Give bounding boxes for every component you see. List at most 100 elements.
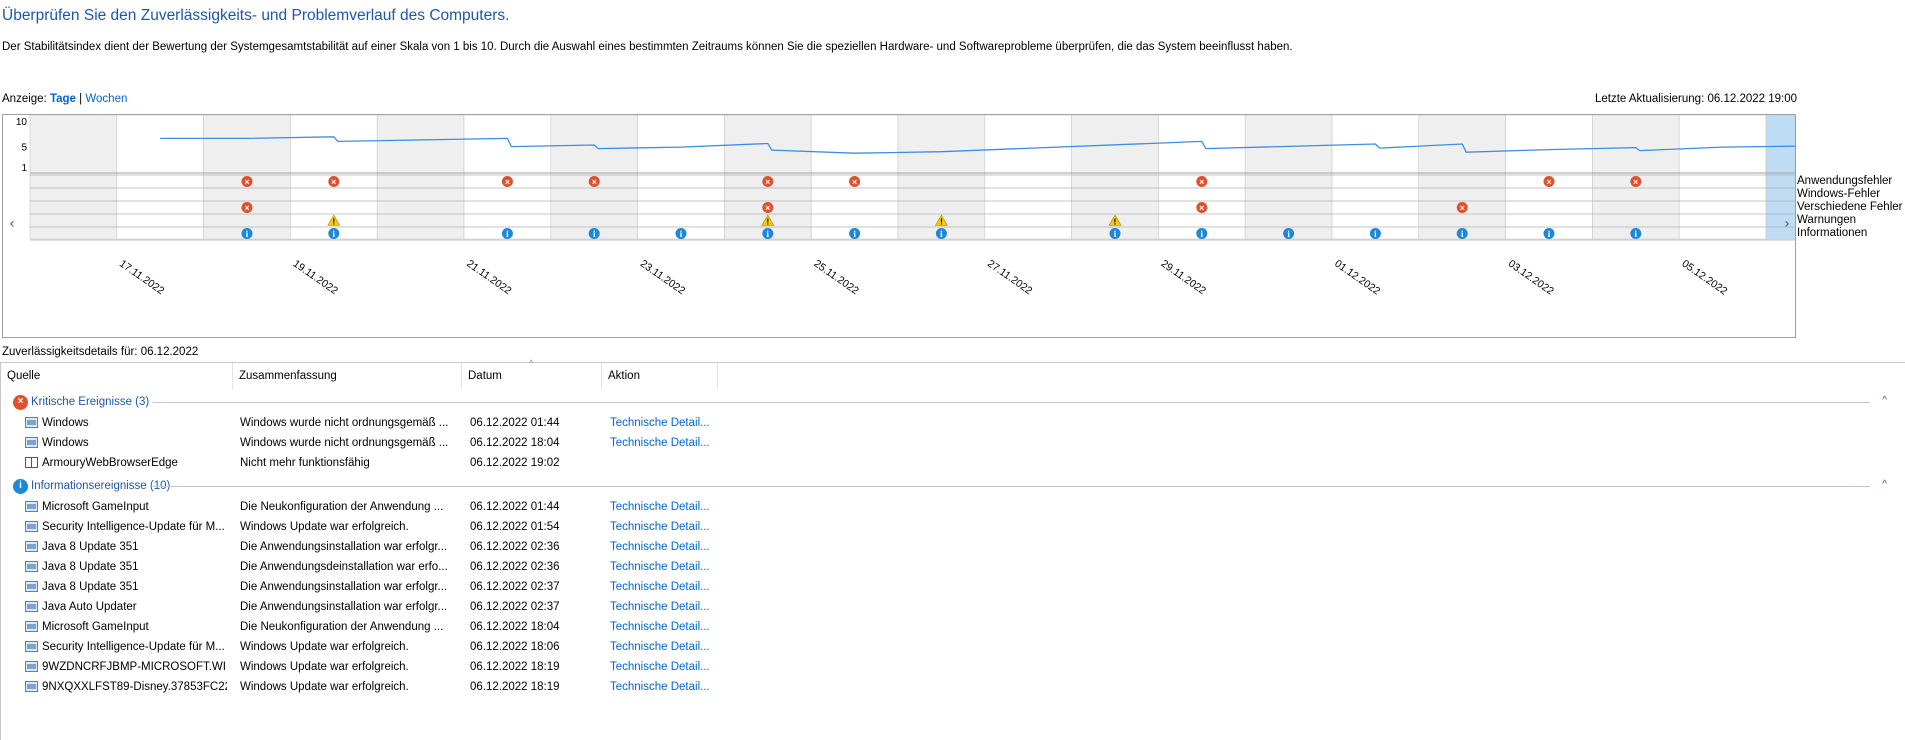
cell-summary: Die Anwendungsinstallation war erfolgr..… <box>240 581 448 593</box>
view-weeks-link[interactable]: Wochen <box>85 93 127 105</box>
cell-source: ArmouryWebBrowserEdge <box>42 457 178 469</box>
event-category-label: Anwendungsfehler <box>1797 175 1893 187</box>
warning-mark: ! <box>332 218 335 227</box>
window-icon <box>25 661 38 672</box>
x-tick-label: 05.12.2022 <box>1679 258 1729 298</box>
table-row[interactable]: Windows Windows wurde nicht ordnungsgemäß… <box>1 433 801 453</box>
day-column[interactable] <box>376 115 465 240</box>
day-column[interactable] <box>637 115 725 240</box>
view-days-link[interactable]: Tage <box>50 93 76 105</box>
day-column[interactable] <box>1244 115 1333 240</box>
cell-summary: Windows Update war erfolgreich. <box>240 521 409 533</box>
reliability-chart-svg[interactable]: 1051×××××××××××××××!!!!iiiiiiiiiiiiiiii1… <box>3 115 1795 337</box>
table-row[interactable]: Java 8 Update 351 Die Anwendungsinstallat… <box>1 537 801 557</box>
column-header-action[interactable]: Aktion <box>602 363 718 389</box>
cell-summary: Windows wurde nicht ordnungsgemäß ... <box>240 437 449 449</box>
cell-source: Windows <box>42 437 89 449</box>
page-description: Der Stabilitätsindex dient der Bewertung… <box>2 41 1293 53</box>
cell-action-link[interactable]: Technische Detail... <box>610 517 720 537</box>
error-mark: × <box>765 203 770 213</box>
cell-action-link[interactable]: Technische Detail... <box>610 537 720 557</box>
day-column[interactable] <box>1418 115 1506 240</box>
table-row[interactable]: Microsoft GameInput Die Neukonfiguration … <box>1 617 801 637</box>
error-mark: × <box>765 177 770 187</box>
y-tick-label: 5 <box>21 143 27 154</box>
column-header-summary[interactable]: Zusammenfassung <box>233 363 462 389</box>
cell-action-link[interactable]: Technische Detail... <box>610 617 720 637</box>
error-mark: × <box>1633 177 1638 187</box>
cell-action-link[interactable]: Technische Detail... <box>610 677 720 697</box>
cell-action-link[interactable]: Technische Detail... <box>610 597 720 617</box>
event-category-label: Verschiedene Fehler <box>1797 201 1903 213</box>
group-header[interactable]: i Informationsereignisse (10) <box>13 477 170 495</box>
critical-icon: × <box>13 394 28 410</box>
cell-source: Microsoft GameInput <box>42 501 149 513</box>
table-row[interactable]: Windows Windows wurde nicht ordnungsgemäß… <box>1 413 801 433</box>
table-row[interactable]: ArmouryWebBrowserEdge Nicht mehr funktion… <box>1 453 801 473</box>
column-header-source[interactable]: Quelle <box>1 363 233 389</box>
cell-source: Java 8 Update 351 <box>42 541 139 553</box>
day-column[interactable] <box>29 115 118 240</box>
table-row[interactable]: Security Intelligence-Update für M... Win… <box>1 637 801 657</box>
error-mark: × <box>331 177 336 187</box>
table-row[interactable]: Microsoft GameInput Die Neukonfiguration … <box>1 497 801 517</box>
cell-action-link[interactable]: Technische Detail... <box>610 577 720 597</box>
event-category-label: Windows-Fehler <box>1797 188 1881 200</box>
error-mark: × <box>1546 177 1551 187</box>
error-mark: × <box>592 177 597 187</box>
cell-date: 06.12.2022 02:37 <box>470 581 560 593</box>
cell-source: Security Intelligence-Update für M... <box>42 641 225 653</box>
x-tick-label: 17.11.2022 <box>117 258 166 298</box>
table-row[interactable]: Java 8 Update 351 Die Anwendungsinstallat… <box>1 577 801 597</box>
reliability-chart[interactable]: 1051×××××××××××××××!!!!iiiiiiiiiiiiiiii1… <box>2 114 1796 338</box>
window-icon <box>25 581 38 592</box>
cell-action-link[interactable]: Technische Detail... <box>610 413 720 433</box>
details-table: Quelle Zusammenfassung Datum ^ Aktion × K… <box>0 358 1905 740</box>
event-category-label: Informationen <box>1797 227 1868 239</box>
warning-mark: ! <box>940 218 943 227</box>
cell-source: Microsoft GameInput <box>42 621 149 633</box>
x-tick-label: 01.12.2022 <box>1332 258 1382 298</box>
cell-date: 06.12.2022 01:44 <box>470 417 560 429</box>
cell-summary: Windows Update war erfolgreich. <box>240 641 409 653</box>
scroll-left-icon[interactable]: ‹ <box>9 216 15 232</box>
event-category-label: Warnungen <box>1797 214 1857 226</box>
table-row[interactable]: 9NXQXXLFST89-Disney.37853FC22... Windows … <box>1 677 801 697</box>
cell-date: 06.12.2022 18:04 <box>470 437 560 449</box>
cell-action-link[interactable]: Technische Detail... <box>610 657 720 677</box>
error-mark: × <box>852 177 857 187</box>
cell-source: Java 8 Update 351 <box>42 561 139 573</box>
x-tick-label: 29.11.2022 <box>1159 258 1208 298</box>
page-title: Überprüfen Sie den Zuverlässigkeits- und… <box>2 7 510 24</box>
table-row[interactable]: Java Auto Updater Die Anwendungsinstallat… <box>1 597 801 617</box>
cell-action-link[interactable]: Technische Detail... <box>610 433 720 453</box>
day-column[interactable] <box>1678 115 1767 240</box>
error-mark: × <box>244 177 249 187</box>
group-header[interactable]: × Kritische Ereignisse (3) <box>13 393 149 411</box>
window-icon <box>25 417 38 428</box>
error-mark: × <box>505 177 510 187</box>
cell-action-link[interactable]: Technische Detail... <box>610 497 720 517</box>
day-column[interactable] <box>116 115 204 240</box>
table-row[interactable]: Security Intelligence-Update für M... Win… <box>1 517 801 537</box>
collapse-chevron-icon[interactable]: ^ <box>1882 479 1887 490</box>
cell-date: 06.12.2022 02:36 <box>470 541 560 553</box>
day-column[interactable] <box>984 115 1072 240</box>
window-icon <box>25 437 38 448</box>
day-column[interactable] <box>1765 115 1795 240</box>
x-tick-label: 23.11.2022 <box>638 258 687 298</box>
table-row[interactable]: 9WZDNCRFJBMP-MICROSOFT.WI... Windows Upda… <box>1 657 801 677</box>
x-tick-label: 25.11.2022 <box>811 258 860 298</box>
group-title: Informationsereignisse (10) <box>31 480 171 492</box>
cell-source: 9WZDNCRFJBMP-MICROSOFT.WI... <box>42 661 227 673</box>
cell-action-link[interactable]: Technische Detail... <box>610 637 720 657</box>
cell-action-link[interactable]: Technische Detail... <box>610 557 720 577</box>
table-row[interactable]: Java 8 Update 351 Die Anwendungsdeinstall… <box>1 557 801 577</box>
cell-summary: Die Anwendungsinstallation war erfolgr..… <box>240 541 448 553</box>
view-label: Anzeige: <box>2 93 47 105</box>
cell-source: Windows <box>42 417 89 429</box>
scroll-right-icon[interactable]: › <box>1784 216 1790 232</box>
cell-date: 06.12.2022 02:36 <box>470 561 560 573</box>
collapse-chevron-icon[interactable]: ^ <box>1882 395 1887 406</box>
day-column[interactable] <box>1331 115 1420 240</box>
